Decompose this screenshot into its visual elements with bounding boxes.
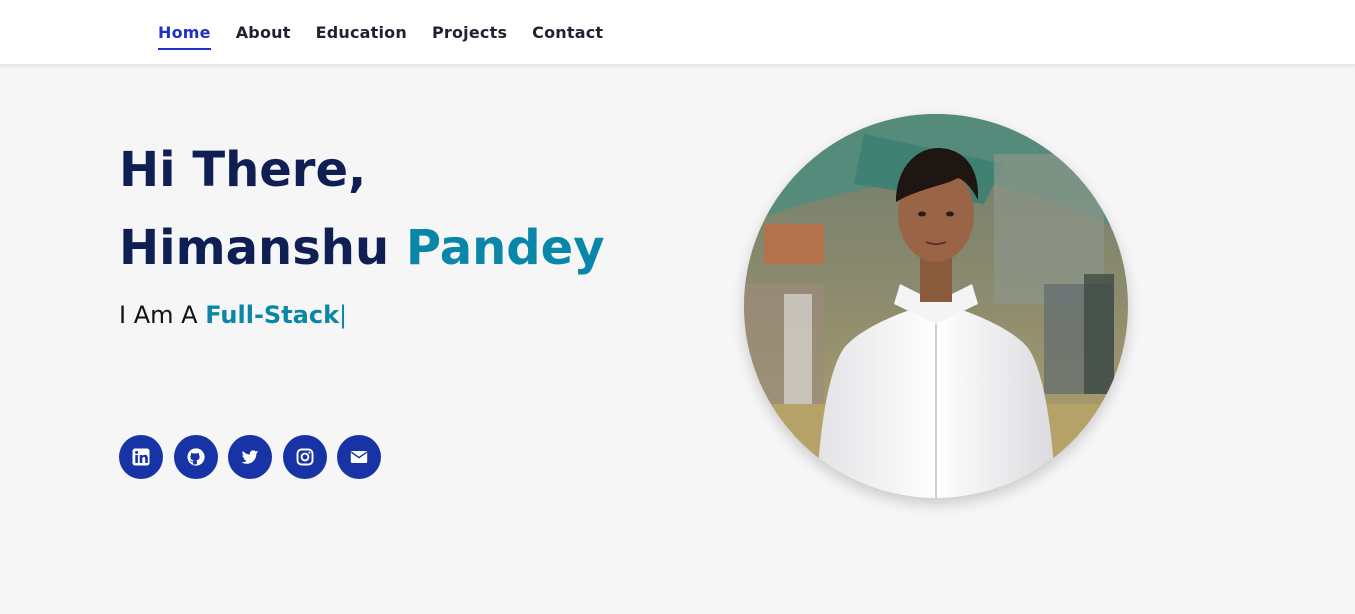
typed-cursor: | xyxy=(339,301,348,329)
typed-role: Full-Stack xyxy=(205,301,340,329)
nav-links: Home About Education Projects Contact xyxy=(158,0,628,65)
linkedin-link[interactable] xyxy=(119,435,163,479)
github-link[interactable] xyxy=(173,435,218,479)
nav-link-projects[interactable]: Projects xyxy=(432,23,507,43)
typed-role-line: I Am A Full-Stack| xyxy=(119,298,347,332)
nav-link-education[interactable]: Education xyxy=(316,23,407,43)
github-icon xyxy=(186,448,205,466)
hero-name: Himanshu Pandey xyxy=(119,218,605,278)
profile-photo xyxy=(744,114,1128,498)
instagram-icon xyxy=(296,448,313,466)
email-link[interactable] xyxy=(337,435,381,479)
hero-greeting: Hi There, xyxy=(119,142,367,198)
linkedin-icon xyxy=(132,448,150,466)
nav-link-about[interactable]: About xyxy=(236,23,291,43)
twitter-icon xyxy=(241,450,259,464)
twitter-link[interactable] xyxy=(228,435,272,479)
instagram-link[interactable] xyxy=(282,435,327,479)
hero-last-name: Pandey xyxy=(405,220,605,276)
nav-link-home[interactable]: Home xyxy=(158,23,211,50)
social-links xyxy=(119,435,392,479)
profile-photo-illustration xyxy=(744,114,1128,498)
typed-prefix: I Am A xyxy=(119,301,198,329)
navbar: Home About Education Projects Contact xyxy=(0,0,1355,65)
email-icon xyxy=(350,451,368,463)
hero-first-name: Himanshu xyxy=(119,220,390,276)
nav-link-contact[interactable]: Contact xyxy=(532,23,603,43)
